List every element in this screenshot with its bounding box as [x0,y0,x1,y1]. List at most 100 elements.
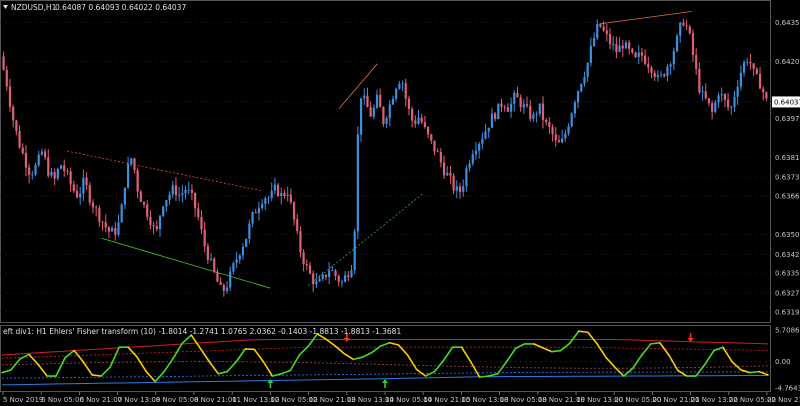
candle-body [465,168,468,187]
candle-body [500,103,503,107]
candle-body [679,22,682,36]
candle-body [267,197,270,199]
candle-body [363,95,366,99]
candle-body [261,203,264,209]
time-tick-label: 8 Nov 21:00 [194,396,237,404]
candle-body [197,208,200,218]
candle-body [158,215,162,230]
candle-body [631,48,634,53]
candle-body [126,163,130,188]
candle-body [749,62,752,64]
candle-body [40,151,43,155]
candle-body [388,104,391,119]
candle-body [541,103,545,120]
candle-body [765,92,768,99]
trading-chart[interactable]: 0.64355 0.64200 0.63970 0.63815 0.63735 0.636… [0,0,800,406]
candle-body [506,107,509,112]
candle-body [356,134,359,232]
candle-body [312,273,315,285]
time-tick-label: 7 Nov 13:00 [118,396,161,404]
candle-body [66,171,69,172]
candle-body [296,219,299,232]
candle [570,112,573,128]
candle-body [353,231,356,271]
candle-body [178,194,181,196]
candle-body [723,94,727,100]
candle-body [599,23,602,27]
fisher-segment [577,330,589,334]
candle-body [653,72,656,78]
candle-body [72,184,75,191]
candle-body [63,165,66,172]
candle-body [219,281,222,285]
candle [356,126,359,240]
candle-body [292,202,296,220]
candle-body [490,113,494,128]
candle-body [168,194,171,201]
candle-body [497,103,500,120]
candle-body [503,106,506,108]
candle-body [241,246,245,256]
price-tick-label: 0.63735 [775,174,800,182]
candle-body [56,168,59,179]
candle-body [203,229,206,247]
candle-body [535,113,538,115]
candle-body [31,174,34,176]
candle [88,182,91,206]
indicator-tick-label: 0.00 [775,358,791,366]
price-tick-label: 0.63195 [775,308,800,316]
price-tick-label: 0.63660 [775,192,800,200]
candle-body [114,227,117,235]
candle-body [75,190,79,198]
current-price-label: 0.64037 [774,98,800,106]
candle-body [711,103,714,112]
candle-body [407,98,411,109]
candle-body [162,206,165,216]
fisher-segment [650,341,661,345]
price-tick-label: 0.64200 [775,58,800,66]
candle-body [382,107,385,124]
candle-body [149,216,152,225]
candle [162,205,165,218]
candle-body [315,281,318,285]
candle-body [404,83,407,99]
candle [382,106,385,127]
candle-body [762,88,765,93]
candle-body [471,154,474,164]
candle-body [283,192,286,197]
candle-body [596,23,599,38]
fisher-segment [244,348,256,351]
candle-body [216,271,219,282]
candle-body [328,270,331,278]
candle-body [375,94,379,108]
candle-body [733,96,736,108]
candle-body [142,201,146,205]
candle-body [37,154,40,166]
candle-body [570,113,573,127]
candle-body [391,98,395,105]
candle-body [79,193,82,198]
candle-body [401,83,404,85]
candle-body [554,134,557,141]
candle-body [478,143,481,151]
candle-body [273,184,276,191]
candle-body [704,91,707,99]
candle-body [675,35,679,52]
candle-body [181,193,184,195]
candle-body [739,72,742,87]
candle-body [88,185,91,203]
candle-body [602,26,605,31]
candle-body [545,119,548,123]
candle-body [91,202,95,208]
candle-body [171,185,174,195]
indicator-label: eft div1: H1 Ehlers' Fisher transform (1… [3,327,401,336]
candle-body [104,222,107,228]
candle-body [647,63,650,68]
candle-body [139,191,142,202]
candle-body [608,33,612,45]
fisher-segment [91,374,102,377]
candle-body [730,107,733,108]
candle-body [522,104,525,108]
candle-body [308,265,312,274]
candle-body [152,224,155,227]
